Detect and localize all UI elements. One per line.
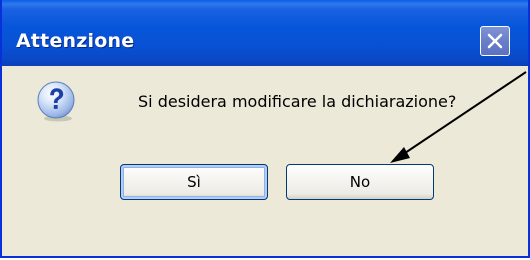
title-bar[interactable]: Attenzione [2,0,528,66]
dialog-window: Attenzione Si desidera modificare la dic… [0,0,530,258]
yes-button[interactable]: Sì [120,164,268,200]
close-button[interactable] [480,26,510,56]
question-icon [37,81,75,122]
dialog-message: Si desidera modificare la dichiarazione? [138,92,457,111]
no-button[interactable]: No [286,164,434,200]
dialog-title: Attenzione [16,30,135,52]
close-icon [487,33,503,49]
dialog-body: Si desidera modificare la dichiarazione?… [2,66,528,256]
